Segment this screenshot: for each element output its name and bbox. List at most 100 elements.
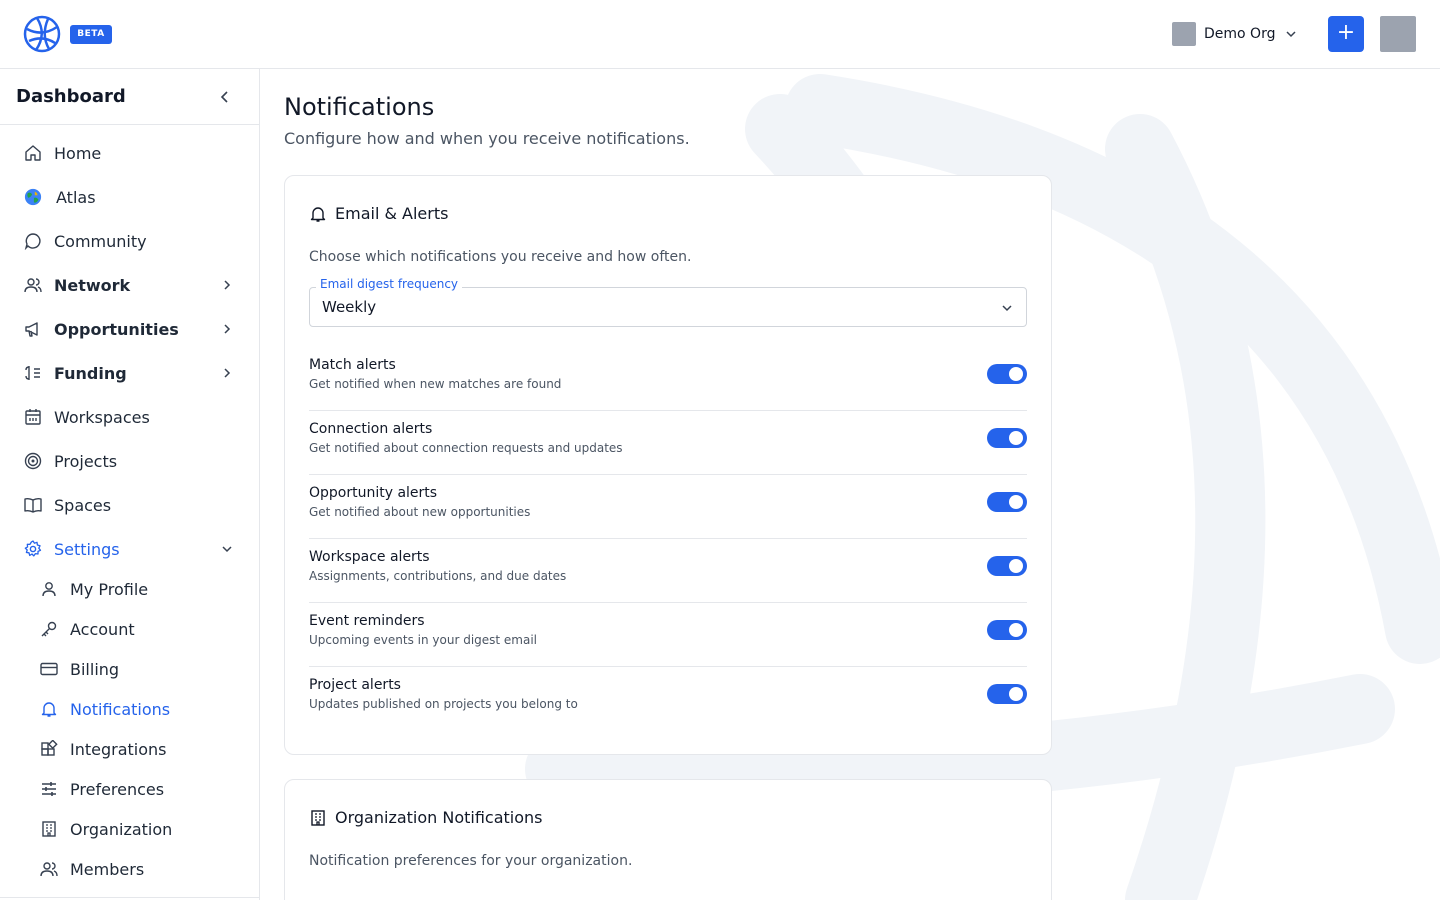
sidebar-item-label: Network: [54, 275, 131, 295]
sidebar-item-label: Integrations: [70, 739, 167, 759]
sidebar-subitem-billing[interactable]: Billing: [0, 649, 259, 689]
workspace-alerts-toggle[interactable]: [987, 556, 1027, 576]
user-avatar[interactable]: [1380, 16, 1416, 52]
sidebar-item-community[interactable]: Community: [0, 221, 259, 261]
sidebar-item-label: Billing: [70, 659, 120, 679]
toggle-knob: [1009, 431, 1023, 445]
chevron-left-icon[interactable]: [217, 89, 233, 105]
top-bar: BETA Demo Org +: [0, 0, 1440, 69]
sidebar-subitem-preferences[interactable]: Preferences: [0, 769, 259, 809]
alert-description: Get notified about new opportunities: [309, 505, 531, 519]
chevron-right-icon: [224, 368, 231, 378]
credit-card-icon: [40, 662, 58, 676]
event-reminders-toggle[interactable]: [987, 620, 1027, 640]
alert-row-event: Event reminders Upcoming events in your …: [309, 603, 1027, 667]
user-icon: [42, 582, 56, 597]
alert-title: Match alerts: [309, 357, 396, 373]
org-avatar: [1172, 22, 1196, 46]
alert-description: Updates published on projects you belong…: [309, 697, 578, 711]
page-subtitle: Configure how and when you receive notif…: [284, 129, 690, 148]
sidebar-item-spaces[interactable]: Spaces: [0, 485, 259, 525]
alert-row-opportunity: Opportunity alerts Get notified about ne…: [309, 475, 1027, 539]
match-alerts-toggle[interactable]: [987, 364, 1027, 384]
beta-badge: BETA: [70, 25, 112, 44]
globe-logo-icon[interactable]: [23, 15, 61, 53]
key-icon: [41, 621, 57, 637]
page-title: Notifications: [284, 93, 435, 121]
sidebar-item-label: Members: [70, 859, 145, 879]
sidebar-divider: [0, 897, 259, 898]
card-header: Organization Notifications: [309, 808, 543, 827]
alert-row-connection: Connection alerts Get notified about con…: [309, 411, 1027, 475]
sidebar-item-home[interactable]: Home: [0, 133, 259, 173]
email-alerts-card: Email & Alerts Choose which notification…: [284, 175, 1052, 755]
card-description: Notification preferences for your organi…: [309, 853, 633, 869]
alert-description: Get notified about connection requests a…: [309, 441, 623, 455]
users-icon: [40, 862, 58, 877]
alert-description: Upcoming events in your digest email: [309, 633, 538, 647]
funding-icon: [25, 366, 40, 380]
sidebar-subitem-organization[interactable]: Organization: [0, 809, 259, 849]
alert-title: Connection alerts: [309, 421, 433, 437]
sidebar-item-network[interactable]: Network: [0, 265, 259, 305]
sidebar-item-atlas[interactable]: Atlas: [0, 177, 259, 217]
opportunity-alerts-toggle[interactable]: [987, 492, 1027, 512]
sidebar-subitem-members[interactable]: Members: [0, 849, 259, 889]
email-digest-select[interactable]: Email digest frequency Weekly: [309, 277, 1027, 327]
sidebar-subitem-account[interactable]: Account: [0, 609, 259, 649]
sidebar-item-label: Account: [70, 619, 135, 639]
gear-icon: [24, 540, 42, 557]
sidebar-item-settings[interactable]: Settings: [0, 529, 259, 569]
target-icon: [24, 452, 42, 470]
add-button[interactable]: +: [1328, 16, 1364, 52]
select-label: Email digest frequency: [316, 277, 463, 291]
sidebar-item-label: Workspaces: [54, 407, 150, 427]
sidebar: Dashboard Home Atlas Community Network O…: [0, 69, 260, 900]
sidebar-subitem-integrations[interactable]: Integrations: [0, 729, 259, 769]
globe-icon: [24, 188, 42, 206]
org-switcher[interactable]: Demo Org: [1172, 22, 1297, 46]
main-content: Notifications Configure how and when you…: [260, 69, 1440, 900]
alert-description: Get notified when new matches are found: [309, 377, 562, 391]
sidebar-item-label: Settings: [54, 539, 120, 559]
chevron-down-icon: [222, 546, 232, 553]
toggle-knob: [1009, 559, 1023, 573]
alert-title: Opportunity alerts: [309, 485, 438, 501]
sidebar-item-funding[interactable]: Funding: [0, 353, 259, 393]
chevron-down-icon: [1286, 31, 1296, 38]
sidebar-item-label: Atlas: [56, 187, 96, 207]
toggle-knob: [1009, 687, 1023, 701]
alert-title: Project alerts: [309, 677, 401, 693]
sidebar-item-projects[interactable]: Projects: [0, 441, 259, 481]
sidebar-item-label: Spaces: [54, 495, 112, 515]
alert-row-workspace: Workspace alerts Assignments, contributi…: [309, 539, 1027, 603]
chevron-down-icon: [1002, 305, 1012, 312]
connection-alerts-toggle[interactable]: [987, 428, 1027, 448]
sidebar-subitem-my-profile[interactable]: My Profile: [0, 569, 259, 609]
toggle-knob: [1009, 367, 1023, 381]
sidebar-item-opportunities[interactable]: Opportunities: [0, 309, 259, 349]
card-title: Organization Notifications: [335, 808, 543, 827]
sidebar-item-label: Community: [54, 231, 147, 251]
sidebar-item-label: Home: [54, 143, 102, 163]
building-icon: [42, 821, 56, 837]
sidebar-item-label: Funding: [54, 363, 127, 383]
alert-title: Workspace alerts: [309, 549, 430, 565]
sidebar-item-label: Organization: [70, 819, 173, 839]
sidebar-subitem-notifications[interactable]: Notifications: [0, 689, 259, 729]
bell-icon: [310, 206, 326, 222]
building-icon: [311, 809, 325, 826]
home-icon: [25, 145, 41, 161]
sidebar-item-workspaces[interactable]: Workspaces: [0, 397, 259, 437]
alert-description: Assignments, contributions, and due date…: [309, 569, 567, 583]
alert-title: Event reminders: [309, 613, 425, 629]
sidebar-item-label: My Profile: [70, 579, 149, 599]
card-title: Email & Alerts: [335, 204, 449, 223]
sidebar-header: Dashboard: [0, 69, 259, 125]
toggle-knob: [1009, 623, 1023, 637]
alert-row-match: Match alerts Get notified when new match…: [309, 347, 1027, 411]
sliders-icon: [42, 782, 56, 796]
project-alerts-toggle[interactable]: [987, 684, 1027, 704]
book-icon: [24, 497, 42, 513]
alert-row-project: Project alerts Updates published on proj…: [309, 667, 1027, 731]
